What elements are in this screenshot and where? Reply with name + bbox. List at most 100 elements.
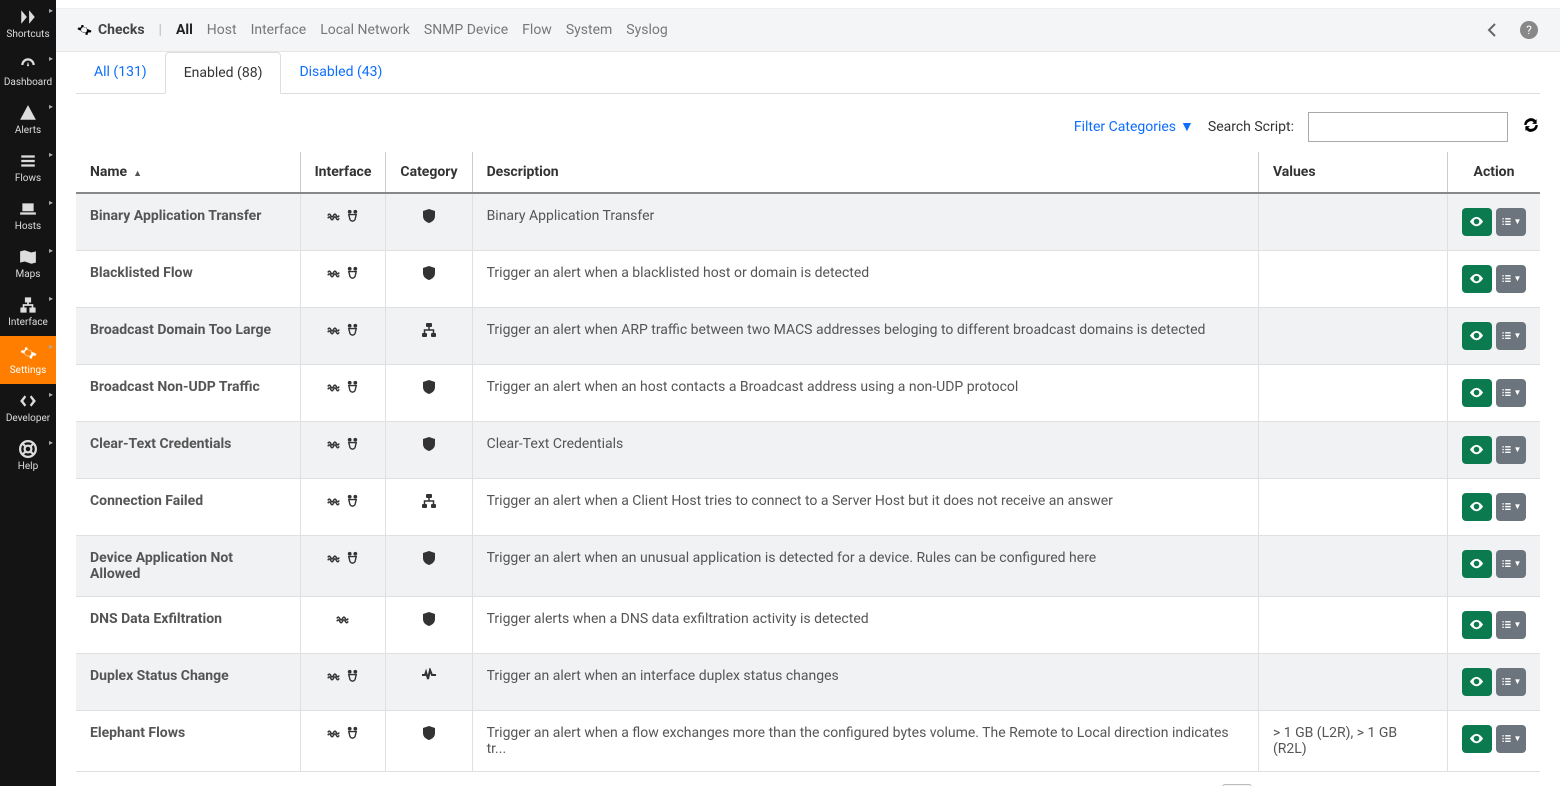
- help-button[interactable]: ?: [1518, 19, 1540, 41]
- cell-description: Trigger an alert when an interface duple…: [472, 653, 1258, 710]
- table-row: DNS Data ExfiltrationTrigger alerts when…: [76, 596, 1540, 653]
- action-menu-button[interactable]: ▼: [1496, 265, 1526, 293]
- net-icon: [421, 493, 437, 509]
- sidebar-item-shortcuts[interactable]: ▸Shortcuts: [0, 0, 56, 48]
- filter-categories-dropdown[interactable]: Filter Categories ▼: [1074, 118, 1194, 135]
- sidebar-item-label: Dashboard: [4, 77, 52, 88]
- cell-description: Clear-Text Credentials: [472, 421, 1258, 478]
- chevron-right-icon: ▸: [49, 438, 53, 447]
- cell-category: [386, 535, 472, 596]
- col-category[interactable]: Category: [386, 152, 472, 193]
- view-button[interactable]: [1462, 611, 1492, 639]
- checks-title: Checks: [76, 22, 145, 38]
- sidebar-item-label: Hosts: [15, 221, 41, 232]
- col-name[interactable]: Name▲: [76, 152, 300, 193]
- sidebar-item-developer[interactable]: ▸Developer: [0, 384, 56, 432]
- sidebar-item-dashboard[interactable]: ▸Dashboard: [0, 48, 56, 96]
- caret-down-icon: ▼: [1514, 620, 1522, 629]
- checks-tab-interface[interactable]: Interface: [251, 22, 307, 38]
- chevron-right-icon: ▸: [49, 342, 53, 351]
- checks-tab-all[interactable]: All: [176, 22, 193, 38]
- checks-tab-syslog[interactable]: Syslog: [626, 22, 667, 38]
- plug-icon: [345, 550, 360, 565]
- table-footer: Showing 1 to 10 of 88 rows «<12345...9>»: [76, 772, 1540, 786]
- sub-tab[interactable]: All (131): [76, 52, 165, 93]
- action-menu-button[interactable]: ▼: [1496, 493, 1526, 521]
- view-button[interactable]: [1462, 493, 1492, 521]
- cell-action: ▼: [1447, 710, 1540, 771]
- list-icon: [1501, 273, 1512, 284]
- checks-tab-snmp-device[interactable]: SNMP Device: [424, 22, 508, 38]
- cell-action: ▼: [1447, 250, 1540, 307]
- action-menu-button[interactable]: ▼: [1496, 668, 1526, 696]
- view-button[interactable]: [1462, 265, 1492, 293]
- sidebar-item-settings[interactable]: ▸ Settings: [0, 336, 56, 384]
- chevron-right-icon: ▸: [49, 102, 53, 111]
- cell-description: Trigger an alert when an unusual applica…: [472, 535, 1258, 596]
- cell-category: [386, 478, 472, 535]
- question-icon: ?: [1520, 21, 1538, 39]
- col-values[interactable]: Values: [1258, 152, 1447, 193]
- plug-icon: [345, 436, 360, 451]
- action-menu-button[interactable]: ▼: [1496, 611, 1526, 639]
- checks-tab-flow[interactable]: Flow: [522, 22, 552, 38]
- network-icon: [19, 296, 37, 314]
- view-button[interactable]: [1462, 322, 1492, 350]
- checks-tab-host[interactable]: Host: [207, 22, 237, 38]
- action-menu-button[interactable]: ▼: [1496, 725, 1526, 753]
- lan-icon: [335, 611, 350, 626]
- cell-action: ▼: [1447, 596, 1540, 653]
- lan-icon: [326, 493, 341, 508]
- back-button[interactable]: [1482, 19, 1504, 41]
- action-menu-button[interactable]: ▼: [1496, 208, 1526, 236]
- sidebar-item-flows[interactable]: ▸Flows: [0, 144, 56, 192]
- sub-tab[interactable]: Enabled (88): [165, 52, 282, 94]
- refresh-icon: [1522, 116, 1540, 134]
- checks-tab-system[interactable]: System: [566, 22, 612, 38]
- table-toolbar: Filter Categories ▼ Search Script:: [76, 94, 1540, 152]
- col-description[interactable]: Description: [472, 152, 1258, 193]
- cell-description: Trigger an alert when an host contacts a…: [472, 364, 1258, 421]
- warn-icon: [19, 104, 37, 122]
- sub-tab[interactable]: Disabled (43): [281, 52, 400, 93]
- cell-interface: [300, 596, 386, 653]
- sidebar-item-label: Settings: [10, 365, 47, 376]
- action-menu-button[interactable]: ▼: [1496, 379, 1526, 407]
- lan-icon: [326, 725, 341, 740]
- cell-values: [1258, 421, 1447, 478]
- action-menu-button[interactable]: ▼: [1496, 550, 1526, 578]
- lan-icon: [326, 668, 341, 683]
- cell-description: Trigger an alert when ARP traffic betwee…: [472, 307, 1258, 364]
- col-interface[interactable]: Interface: [300, 152, 386, 193]
- lan-icon: [326, 208, 341, 223]
- view-button[interactable]: [1462, 725, 1492, 753]
- view-button[interactable]: [1462, 379, 1492, 407]
- search-input[interactable]: [1308, 112, 1508, 142]
- plug-icon: [345, 725, 360, 740]
- cell-name: Device Application Not Allowed: [76, 535, 300, 596]
- list-icon: [1501, 558, 1512, 569]
- shield-icon: [421, 265, 437, 281]
- checks-tab-local-network[interactable]: Local Network: [320, 22, 410, 38]
- cell-action: ▼: [1447, 421, 1540, 478]
- view-button[interactable]: [1462, 208, 1492, 236]
- cell-name: Broadcast Domain Too Large: [76, 307, 300, 364]
- col-action[interactable]: Action: [1447, 152, 1540, 193]
- cell-description: Binary Application Transfer: [472, 193, 1258, 251]
- lan-icon: [326, 550, 341, 565]
- view-button[interactable]: [1462, 436, 1492, 464]
- sidebar-item-interface[interactable]: ▸Interface: [0, 288, 56, 336]
- sidebar-item-help[interactable]: ▸Help: [0, 432, 56, 480]
- view-button[interactable]: [1462, 550, 1492, 578]
- divider: |: [159, 22, 162, 38]
- shield-icon: [421, 208, 437, 224]
- sidebar-item-hosts[interactable]: ▸Hosts: [0, 192, 56, 240]
- view-button[interactable]: [1462, 668, 1492, 696]
- sidebar-item-alerts[interactable]: ▸Alerts: [0, 96, 56, 144]
- action-menu-button[interactable]: ▼: [1496, 322, 1526, 350]
- sidebar-item-maps[interactable]: ▸Maps: [0, 240, 56, 288]
- cell-interface: [300, 250, 386, 307]
- action-menu-button[interactable]: ▼: [1496, 436, 1526, 464]
- caret-down-icon: ▼: [1514, 502, 1522, 511]
- refresh-button[interactable]: [1522, 116, 1540, 138]
